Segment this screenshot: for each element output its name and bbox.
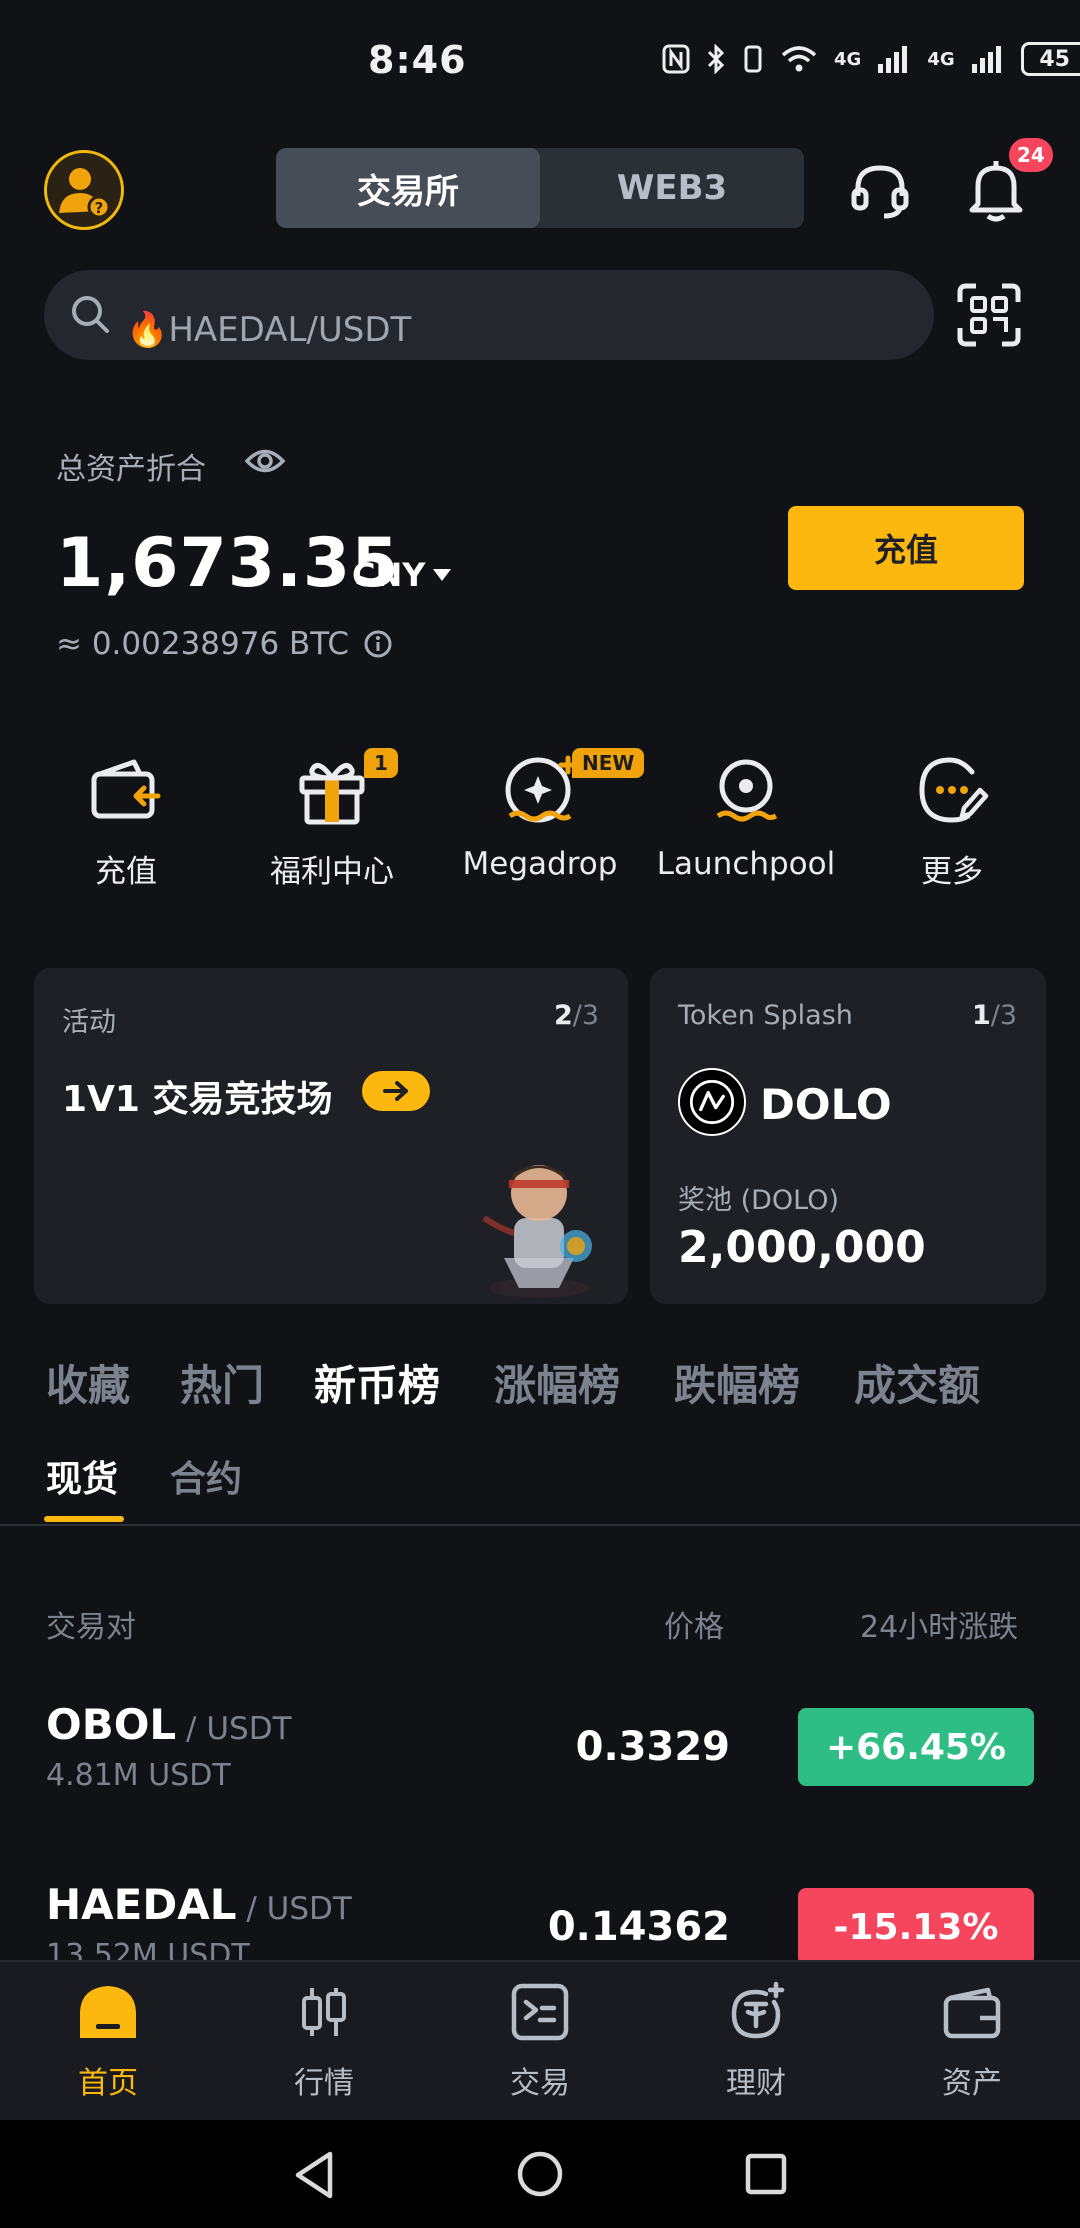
pair-change-badge[interactable]: +66.45% xyxy=(798,1708,1034,1786)
bluetooth-icon xyxy=(707,44,725,74)
quick-action-label: 充值 xyxy=(95,854,157,890)
activity-card-pager: 2/3 xyxy=(554,1000,600,1031)
home-button-icon[interactable] xyxy=(516,2150,564,2198)
exchange-web3-toggle[interactable]: 交易所 WEB3 xyxy=(276,148,804,228)
nfc-icon xyxy=(662,44,690,74)
avatar-icon: ? xyxy=(59,168,111,219)
quick-action-label: 更多 xyxy=(921,854,983,890)
nav-label: 理财 xyxy=(726,2066,786,2101)
info-icon[interactable] xyxy=(363,629,393,659)
notification-badge: 24 xyxy=(1006,135,1056,175)
recents-icon[interactable] xyxy=(744,2152,788,2196)
wallet-icon xyxy=(943,1987,1001,2039)
candlestick-icon xyxy=(302,1988,346,2036)
avatar[interactable]: ? xyxy=(44,150,124,230)
svg-text:?: ? xyxy=(95,199,104,217)
active-subtab-indicator xyxy=(44,1516,124,1522)
tab-exchange[interactable]: 交易所 xyxy=(276,148,540,228)
nav-trade[interactable]: 交易 xyxy=(440,1980,640,2102)
tab-favorites[interactable]: 收藏 xyxy=(46,1352,130,1413)
pair-name: OBOL / USDT xyxy=(46,1700,292,1749)
megadrop-badge: NEW xyxy=(572,748,645,778)
activity-card-title: 1V1 交易竞技场 xyxy=(62,1079,333,1120)
quick-action-label: Megadrop xyxy=(462,846,618,882)
tab-losers[interactable]: 跌幅榜 xyxy=(674,1352,800,1413)
tab-gainers[interactable]: 涨幅榜 xyxy=(494,1352,620,1413)
wifi-icon xyxy=(781,46,817,72)
activity-card[interactable] xyxy=(34,968,628,1304)
eye-icon[interactable] xyxy=(244,444,286,478)
tab-volume[interactable]: 成交额 xyxy=(854,1352,980,1413)
btc-equivalent: ≈ 0.00238976 BTC xyxy=(56,626,393,662)
home-icon xyxy=(80,1986,136,2038)
header-pair: 交易对 xyxy=(46,1610,136,1645)
quick-action-label: 福利中心 xyxy=(270,854,394,890)
subtab-futures[interactable]: 合约 xyxy=(170,1450,242,1502)
arrow-right-icon xyxy=(383,1081,408,1101)
quick-action-more[interactable]: 更多 xyxy=(852,748,1052,891)
status-time: 8:46 xyxy=(368,38,467,82)
pair-price: 0.14362 xyxy=(547,1904,730,1950)
network-label-2: 4G xyxy=(927,48,955,70)
nav-markets[interactable]: 行情 xyxy=(224,1980,424,2102)
currency-label: CNY xyxy=(352,556,426,594)
search-placeholder: 🔥HAEDAL/USDT xyxy=(126,310,412,350)
token-splash-pager: 1/3 xyxy=(972,1000,1018,1031)
dolo-logo-icon xyxy=(678,1068,746,1136)
nav-label: 行情 xyxy=(294,2066,354,2101)
vibrate-icon xyxy=(744,45,762,73)
pair-volume: 4.81M USDT xyxy=(46,1758,231,1793)
deposit-icon xyxy=(91,759,161,819)
caret-down-icon xyxy=(433,569,452,581)
activity-card-label: 活动 xyxy=(62,1007,116,1038)
character-illustration xyxy=(482,1165,592,1298)
header-change: 24小时涨跌 xyxy=(860,1610,1019,1645)
signal-icon-2 xyxy=(971,46,1001,73)
token-name: DOLO xyxy=(760,1080,892,1129)
pool-value: 2,000,000 xyxy=(678,1222,926,1273)
nav-label: 交易 xyxy=(510,2066,570,2101)
tab-new-listings[interactable]: 新币榜 xyxy=(314,1352,440,1413)
nav-label: 首页 xyxy=(78,2066,138,2101)
trade-icon xyxy=(511,1983,569,2041)
pair-name: HAEDAL / USDT xyxy=(46,1880,352,1929)
token-splash-label: Token Splash xyxy=(678,1000,853,1031)
pool-label: 奖池 (DOLO) xyxy=(678,1185,840,1216)
quick-action-label: Launchpool xyxy=(656,846,836,882)
tab-web3[interactable]: WEB3 xyxy=(540,148,804,228)
total-balance: 1,673.35 xyxy=(56,524,400,603)
scan-icon[interactable] xyxy=(956,282,1022,348)
pair-change-badge[interactable]: -15.13% xyxy=(798,1888,1034,1966)
header-price: 价格 xyxy=(664,1610,724,1645)
back-icon[interactable] xyxy=(292,2150,336,2200)
headset-icon[interactable] xyxy=(848,158,912,222)
nav-home[interactable]: 首页 xyxy=(8,1980,208,2102)
quick-action-launchpool[interactable]: Launchpool xyxy=(646,748,846,882)
launchpool-icon xyxy=(716,759,778,822)
earn-icon xyxy=(731,1981,785,2039)
currency-selector[interactable]: CNY xyxy=(352,556,452,594)
divider xyxy=(0,1524,1080,1526)
battery-indicator: 45 xyxy=(1020,42,1080,76)
search-icon xyxy=(72,296,109,333)
signal-icon xyxy=(878,46,908,73)
pair-price: 0.3329 xyxy=(575,1724,730,1770)
subtab-spot[interactable]: 现货 xyxy=(46,1450,118,1502)
nav-label: 资产 xyxy=(942,2066,1002,2101)
nav-assets[interactable]: 资产 xyxy=(872,1980,1072,2102)
gift-icon xyxy=(299,763,365,825)
activity-arrow-button[interactable] xyxy=(362,1071,430,1111)
deposit-button[interactable]: 充值 xyxy=(788,506,1024,590)
total-assets-label: 总资产折合 xyxy=(56,452,206,487)
network-label-1: 4G xyxy=(834,48,862,70)
btc-equivalent-value: ≈ 0.00238976 BTC xyxy=(56,626,350,662)
quick-action-deposit[interactable]: 充值 xyxy=(26,748,226,891)
nav-earn[interactable]: 理财 xyxy=(656,1980,856,2102)
quick-action-rewards[interactable]: 福利中心 xyxy=(232,748,432,891)
rewards-badge: 1 xyxy=(364,748,398,778)
megadrop-icon xyxy=(505,755,578,823)
more-icon xyxy=(919,757,989,823)
status-icons: 4G 4G 45 xyxy=(662,42,1080,76)
tab-hot[interactable]: 热门 xyxy=(180,1352,264,1413)
